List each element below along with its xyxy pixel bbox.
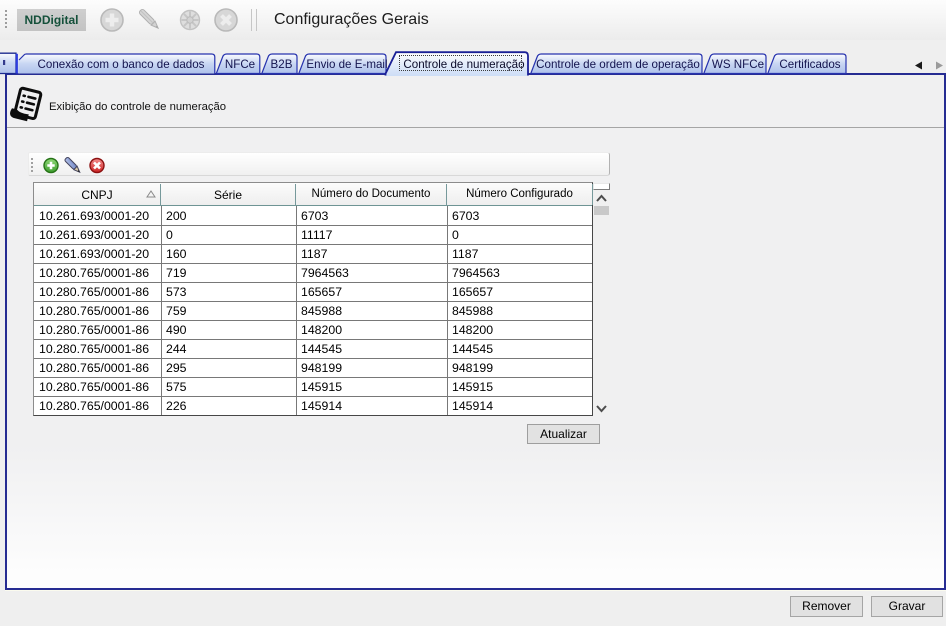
- svg-text:Controle de ordem de operação: Controle de ordem de operação: [536, 58, 700, 71]
- svg-text:Envio de E-mail: Envio de E-mail: [306, 58, 387, 71]
- svg-text:B2B: B2B: [271, 58, 293, 71]
- svg-text:NFCe: NFCe: [225, 58, 255, 71]
- svg-text:Conexão com o banco de dados: Conexão com o banco de dados: [38, 58, 205, 71]
- svg-text:WS NFCe: WS NFCe: [712, 58, 764, 71]
- svg-text:Certificados: Certificados: [779, 58, 840, 71]
